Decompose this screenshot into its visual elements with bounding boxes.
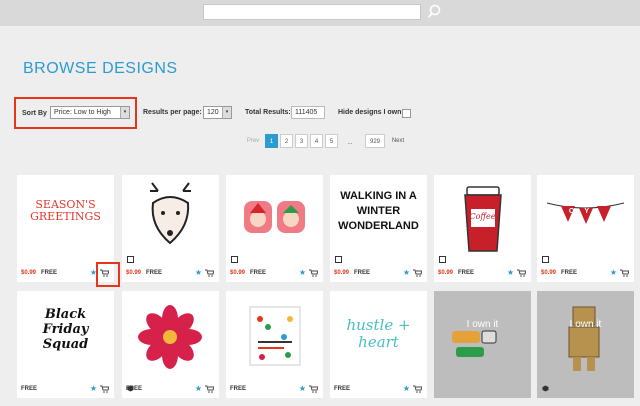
price-label: $0.99 [230,270,246,276]
star-icon[interactable]: ★ [90,385,97,393]
page-title: BROWSE DESIGNS [23,60,178,77]
design-art-text: Black Friday Squad [42,307,89,352]
search-input[interactable] [203,4,421,20]
pagination-ellipsis: ... [347,140,353,146]
pagination-page-5[interactable]: 5 [325,134,338,148]
sort-select-value: Price: Low to High [54,109,111,116]
design-art-text: Coffee [469,212,496,221]
design-art-text: WALKING IN A WINTER WONDERLAND [338,190,419,232]
star-icon[interactable]: ★ [195,385,202,393]
design-card[interactable]: Coffee $0.99 FREE ★ [434,175,531,282]
free-label: FREE [126,386,143,392]
design-image: WALKING IN A WINTER WONDERLAND [336,181,421,261]
svg-file-icon [127,256,134,263]
star-icon[interactable]: ★ [610,269,617,277]
cart-highlight [96,262,120,287]
design-image [128,297,213,377]
design-card[interactable]: FREE ★ [122,291,219,398]
price-label: $0.99 [334,270,350,276]
design-card[interactable]: Black Friday Squad FREE ★ [17,291,114,398]
design-image [128,181,213,261]
design-image: SEASON'S GREETINGS [23,181,108,261]
design-art-text: hustle + heart [346,316,411,351]
pagination-last[interactable]: 929 [365,134,385,148]
price-label: $0.99 [541,270,557,276]
star-icon[interactable]: ★ [299,385,306,393]
design-image: Coffee [440,181,525,261]
per-page-value: 120 [207,109,219,116]
owned-overlay-label: I own it [466,319,499,330]
star-icon[interactable]: ★ [195,269,202,277]
sort-select[interactable]: Price: Low to High ▾ [50,106,130,119]
cart-icon[interactable] [205,385,214,393]
cart-icon[interactable] [309,385,318,393]
design-art-text: JOY [555,208,600,215]
design-image: Black Friday Squad [23,297,108,377]
cart-icon[interactable] [205,269,214,277]
star-icon[interactable]: ★ [403,269,410,277]
design-image: hustle + heart [336,297,421,377]
price-label: $0.99 [438,270,454,276]
free-label: FREE [21,386,38,392]
svg-file-icon [542,256,549,263]
total-results-value: 111405 [291,106,325,119]
design-image [440,297,525,377]
cart-icon[interactable] [413,269,422,277]
star-icon[interactable]: ★ [403,385,410,393]
cube-icon [542,385,549,392]
cart-icon[interactable] [100,385,109,393]
search-icon[interactable] [425,3,443,21]
free-label: FREE [458,270,475,276]
pagination-page-3[interactable]: 3 [295,134,308,148]
price-label: $0.99 [126,270,142,276]
pagination-prev[interactable]: Prev [244,134,262,148]
design-card[interactable]: $0.99 FREE ★ [122,175,219,282]
cart-icon[interactable] [620,269,629,277]
svg-file-icon [439,256,446,263]
design-image [232,297,317,377]
star-icon[interactable]: ★ [507,269,514,277]
pagination-page-2[interactable]: 2 [280,134,293,148]
price-label: $0.99 [21,270,37,276]
design-card[interactable]: WALKING IN A WINTER WONDERLAND $0.99 FRE… [330,175,427,282]
star-icon[interactable]: ★ [299,269,306,277]
pagination-page-4[interactable]: 4 [310,134,323,148]
chevron-down-icon: ▾ [222,107,231,118]
free-label: FREE [146,270,163,276]
design-card[interactable]: FREE ★ [226,291,323,398]
pagination-next[interactable]: Next [388,134,408,148]
design-image: JOY [543,181,628,261]
hide-owned-label: Hide designs I own [338,109,402,116]
chevron-down-icon: ▾ [120,107,129,118]
free-label: FREE [561,270,578,276]
design-card[interactable]: JOY $0.99 FREE ★ [537,175,634,282]
design-card-owned[interactable]: I own it [434,291,531,398]
free-label: FREE [250,270,267,276]
free-label: FREE [230,386,247,392]
svg-file-icon [231,256,238,263]
design-card[interactable]: hustle + heart FREE ★ [330,291,427,398]
cart-icon[interactable] [413,385,422,393]
design-card-owned[interactable]: I own it [537,291,634,398]
design-art-text: SEASON'S GREETINGS [30,198,101,223]
owned-overlay-label: I own it [569,319,602,330]
total-results-label: Total Results: [245,109,291,116]
free-label: FREE [334,386,351,392]
per-page-label: Results per page: [143,109,202,116]
per-page-select[interactable]: 120 ▾ [203,106,232,119]
cart-icon[interactable] [517,269,526,277]
free-label: FREE [354,270,371,276]
hide-owned-checkbox[interactable] [402,109,411,118]
design-image [543,297,628,377]
pagination-page-1[interactable]: 1 [265,134,278,148]
sort-label: Sort By [22,110,47,117]
svg-file-icon [335,256,342,263]
free-label: FREE [41,270,58,276]
cart-icon[interactable] [309,269,318,277]
design-image [232,181,317,261]
design-card[interactable]: $0.99 FREE ★ [226,175,323,282]
